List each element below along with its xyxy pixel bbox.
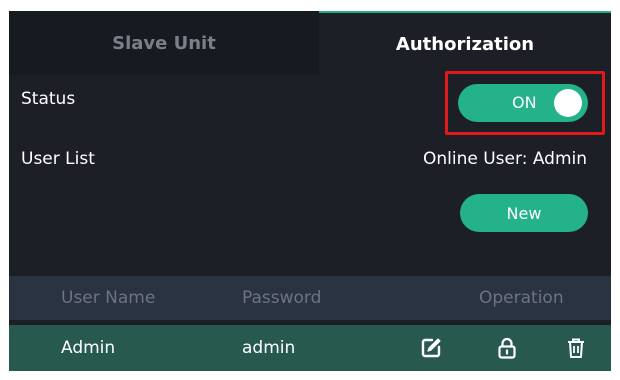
tab-bar: Slave Unit Authorization [9, 11, 611, 75]
new-user-button[interactable]: New [460, 194, 588, 232]
toggle-label: ON [512, 93, 537, 112]
table-header: User Name Password Operation [9, 276, 611, 320]
cell-password: admin [242, 338, 296, 358]
online-user-text: Online User: Admin [423, 149, 587, 169]
table-row[interactable]: Admin admin [9, 325, 611, 371]
toggle-knob [554, 89, 582, 117]
column-header-operation: Operation [479, 288, 564, 308]
status-label: Status [21, 89, 76, 109]
status-toggle[interactable]: ON [458, 84, 588, 122]
tab-slave-unit[interactable]: Slave Unit [9, 11, 319, 75]
authorization-panel: Slave Unit Authorization Status ON User … [9, 11, 611, 371]
cell-user-name: Admin [61, 338, 116, 358]
trash-icon[interactable] [564, 336, 588, 360]
edit-icon[interactable] [419, 336, 443, 360]
tab-authorization[interactable]: Authorization [319, 11, 611, 75]
column-header-user-name: User Name [61, 288, 156, 308]
lock-icon[interactable] [495, 336, 519, 360]
column-header-password: Password [242, 288, 322, 308]
user-list-label: User List [21, 149, 95, 169]
